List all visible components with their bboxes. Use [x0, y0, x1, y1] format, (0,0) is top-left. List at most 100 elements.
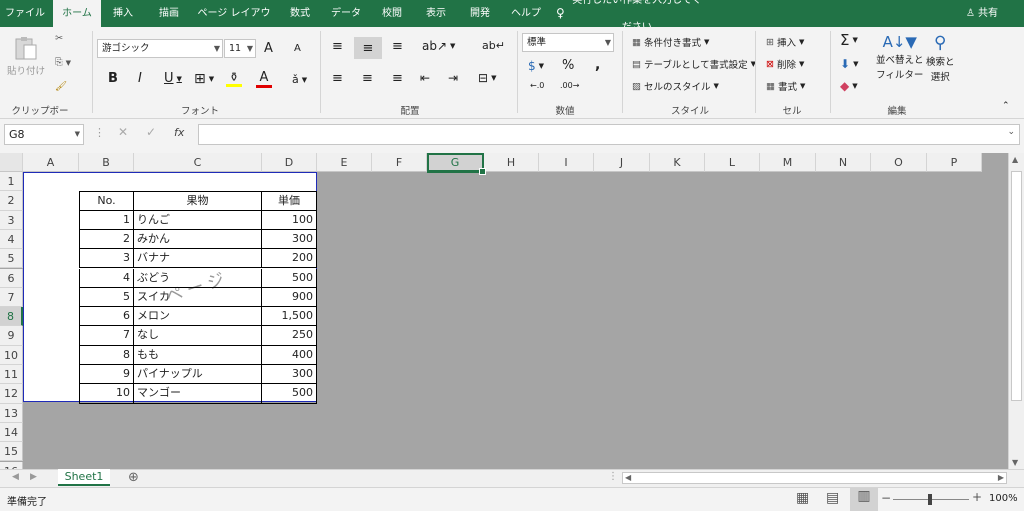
align-middle-button[interactable]: ≡: [354, 37, 382, 59]
table-cell-no[interactable]: 1: [79, 210, 134, 230]
row-header-9[interactable]: 9: [0, 326, 23, 346]
zoom-slider-thumb[interactable]: [928, 494, 932, 505]
column-header-d[interactable]: D: [262, 153, 317, 172]
column-header-l[interactable]: L: [705, 153, 760, 172]
table-cell-fruit[interactable]: マンゴー: [134, 384, 262, 404]
row-header-6[interactable]: 6: [0, 268, 23, 288]
row-header-11[interactable]: 11: [0, 365, 23, 385]
column-header-n[interactable]: N: [816, 153, 871, 172]
accounting-format-button[interactable]: $ ▼: [528, 59, 544, 73]
align-right-button[interactable]: ≡: [392, 71, 403, 86]
table-cell-no[interactable]: 3: [79, 249, 134, 269]
row-header-14[interactable]: 14: [0, 422, 23, 443]
table-cell-no[interactable]: 2: [79, 229, 134, 250]
table-cell-fruit[interactable]: みかん: [134, 229, 262, 250]
table-cell-price[interactable]: 500: [262, 384, 317, 404]
copy-button[interactable]: ⎘ ▼: [55, 57, 71, 68]
column-header-a[interactable]: A: [23, 153, 79, 172]
table-cell-price[interactable]: 300: [262, 229, 317, 250]
table-cell-fruit[interactable]: メロン: [134, 307, 262, 327]
bold-button[interactable]: B: [108, 71, 118, 86]
increase-indent-button[interactable]: ⇥: [448, 71, 458, 85]
align-bottom-button[interactable]: ≡: [392, 39, 403, 54]
column-header-f[interactable]: F: [372, 153, 427, 172]
format-painter-button[interactable]: 🖌: [55, 81, 67, 92]
table-cell-no[interactable]: 9: [79, 365, 134, 385]
zoom-level[interactable]: 100%: [989, 493, 1018, 504]
row-header-16[interactable]: 16: [0, 461, 23, 469]
shrink-font-button[interactable]: A: [294, 43, 301, 54]
table-cell-fruit[interactable]: ぶどう: [134, 268, 262, 288]
tab-split-grip[interactable]: ⋮: [608, 471, 618, 482]
font-size-select[interactable]: 11 ▼: [224, 39, 256, 58]
insert-function-button[interactable]: fx: [174, 126, 184, 139]
number-format-select[interactable]: 標準 ▼: [522, 33, 614, 52]
table-header-no[interactable]: No.: [79, 191, 134, 211]
decrease-decimal-button[interactable]: .00→: [560, 81, 579, 90]
row-header-1[interactable]: 1: [0, 172, 23, 192]
row-header-3[interactable]: 3: [0, 210, 23, 230]
percent-button[interactable]: %: [562, 58, 574, 73]
table-cell-fruit[interactable]: バナナ: [134, 249, 262, 269]
tab-page-layout[interactable]: ページ レイアウト: [196, 0, 272, 46]
format-cells-button[interactable]: ▦ 書式 ▼: [766, 79, 805, 94]
column-header-e[interactable]: E: [317, 153, 372, 172]
table-cell-price[interactable]: 1,500: [262, 307, 317, 327]
increase-decimal-button[interactable]: ←.0: [530, 81, 544, 90]
row-header-7[interactable]: 7: [0, 287, 23, 308]
tab-home[interactable]: ホーム: [53, 0, 101, 27]
next-sheet-icon[interactable]: ▶: [30, 472, 37, 482]
align-center-button[interactable]: ≡: [362, 71, 373, 86]
table-cell-price[interactable]: 200: [262, 249, 317, 269]
new-sheet-button[interactable]: ⊕: [128, 470, 139, 485]
table-cell-price[interactable]: 250: [262, 326, 317, 346]
table-cell-price[interactable]: 300: [262, 365, 317, 385]
scroll-right-icon[interactable]: ▶: [998, 473, 1004, 482]
share-button[interactable]: ♙ 共有: [966, 0, 1010, 27]
tab-file[interactable]: ファイル: [0, 0, 50, 27]
tab-formulas[interactable]: 数式: [280, 0, 320, 27]
confirm-entry-icon[interactable]: ✓: [146, 125, 156, 139]
table-cell-fruit[interactable]: りんご: [134, 210, 262, 230]
find-select-button[interactable]: ⚲ 検索と 選択: [926, 33, 955, 83]
scroll-up-icon[interactable]: ▲: [1012, 155, 1018, 164]
phonetic-button[interactable]: ǎ ▼: [292, 73, 307, 86]
column-header-m[interactable]: M: [760, 153, 816, 172]
active-cell-g8[interactable]: [427, 153, 486, 175]
horizontal-scrollbar[interactable]: ◀ ▶: [622, 472, 1007, 484]
align-left-button[interactable]: ≡: [332, 71, 343, 86]
italic-button[interactable]: I: [138, 71, 142, 86]
delete-cells-button[interactable]: ⊠ 削除 ▼: [766, 57, 804, 72]
row-header-12[interactable]: 12: [0, 384, 23, 404]
format-as-table-button[interactable]: ▤ テーブルとして書式設定 ▼: [632, 57, 756, 72]
sheet-tab-sheet1[interactable]: Sheet1: [58, 469, 110, 486]
tab-review[interactable]: 校閲: [372, 0, 412, 27]
zoom-out-icon[interactable]: −: [881, 491, 891, 505]
tab-insert[interactable]: 挿入: [103, 0, 143, 27]
merge-center-button[interactable]: ⊟ ▼: [478, 71, 496, 85]
row-header-10[interactable]: 10: [0, 345, 23, 365]
cancel-entry-icon[interactable]: ✕: [118, 125, 128, 139]
page-layout-view-icon[interactable]: ▤: [826, 490, 839, 506]
tab-developer[interactable]: 開発: [460, 0, 500, 27]
vertical-scroll-thumb[interactable]: [1011, 171, 1022, 401]
row-header-13[interactable]: 13: [0, 403, 23, 423]
fill-color-button[interactable]: ⚱: [226, 70, 242, 87]
table-header-price[interactable]: 単価: [262, 191, 317, 211]
column-header-o[interactable]: O: [871, 153, 927, 172]
table-header-fruit[interactable]: 果物: [134, 191, 262, 211]
clear-button[interactable]: ◆ ▼: [840, 79, 858, 93]
collapse-ribbon-button[interactable]: ⌃: [1002, 101, 1010, 111]
column-header-h[interactable]: H: [484, 153, 539, 172]
row-header-8[interactable]: 8: [0, 307, 23, 327]
tab-help[interactable]: ヘルプ: [506, 0, 546, 27]
cut-button[interactable]: ✂: [55, 33, 63, 44]
cell-styles-button[interactable]: ▨ セルのスタイル ▼: [632, 79, 719, 94]
borders-button[interactable]: ⊞ ▼: [194, 71, 214, 87]
sort-filter-button[interactable]: A↓▼ 並べ替えと フィルター: [876, 33, 924, 81]
column-header-b[interactable]: B: [79, 153, 134, 172]
tab-draw[interactable]: 描画: [148, 0, 190, 27]
column-header-j[interactable]: J: [594, 153, 650, 172]
tell-me-box[interactable]: ♀ 実行したい作業を入力してください: [556, 0, 706, 33]
column-header-k[interactable]: K: [650, 153, 705, 172]
